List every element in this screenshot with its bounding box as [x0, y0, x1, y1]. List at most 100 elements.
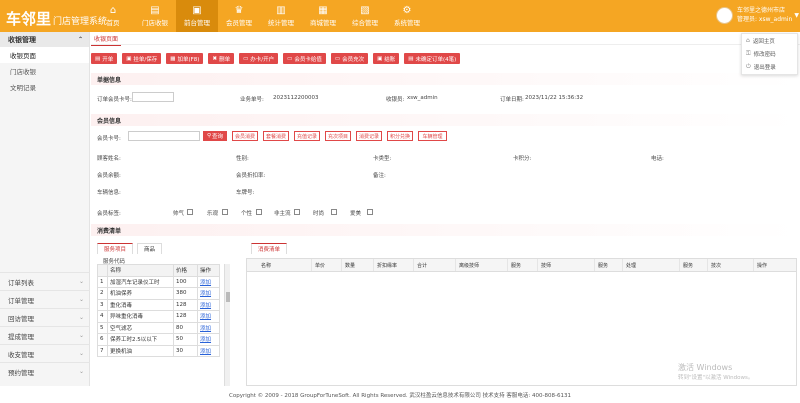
- nav-system[interactable]: ⚙ 系统管理: [386, 0, 428, 32]
- vehicle-mgmt-button[interactable]: 车辆管理: [418, 131, 447, 141]
- nav-home[interactable]: ⌂ 首页: [92, 0, 134, 32]
- tag-label: 乐观: [207, 211, 219, 217]
- key-icon: ⚿: [746, 49, 751, 57]
- tag-checkbox[interactable]: [294, 209, 300, 215]
- add-link[interactable]: 添加: [200, 326, 211, 332]
- tab-cashier-page[interactable]: 收银页面: [91, 32, 122, 46]
- sidebar-group-visits[interactable]: 回访管理 ⌄: [0, 308, 90, 326]
- chevron-down-icon: ⌄: [78, 350, 84, 357]
- home-icon: ⌂: [746, 37, 750, 44]
- row-index: 7: [97, 344, 108, 357]
- tab-products[interactable]: 商品: [137, 243, 163, 254]
- nav-statistics[interactable]: ▥ 统计管理: [260, 0, 302, 32]
- recharge-items-button[interactable]: 充次项目: [325, 131, 351, 141]
- menu-label: 退出登录: [753, 64, 776, 71]
- checkout-button[interactable]: ▣ 结账: [373, 53, 400, 64]
- tag-checkbox[interactable]: [331, 209, 337, 215]
- chevron-down-icon: ▼: [794, 11, 799, 19]
- bill-col: 服务: [680, 259, 708, 271]
- menu-label: 修改密码: [753, 51, 776, 58]
- table-row: 2 机油保养 380 添加: [97, 287, 220, 300]
- member-recharge-button[interactable]: ▭ 会员充次: [330, 53, 369, 64]
- sidebar-item-store-cashier[interactable]: 门店收银: [0, 63, 89, 79]
- tab-bill-list[interactable]: 消费清单: [251, 243, 288, 254]
- menu-change-password[interactable]: ⚿ 修改密码: [742, 47, 797, 60]
- nav-label: 门店收银: [142, 19, 168, 27]
- sidebar-item-records[interactable]: 文明记录: [0, 79, 89, 95]
- points-exchange-button[interactable]: 积分兑换: [387, 131, 413, 141]
- nav-label: 系统管理: [394, 19, 420, 27]
- cashier-label: 收银员:: [386, 97, 405, 103]
- recharge-records-button[interactable]: 充值记录: [294, 131, 320, 141]
- btn-label: 会员充次: [342, 56, 365, 63]
- scrollbar-thumb[interactable]: [226, 292, 230, 302]
- btn-label: 加单(F8): [177, 56, 200, 63]
- sidebar-group-finance[interactable]: 收支管理 ⌄: [0, 344, 90, 362]
- tag-checkbox[interactable]: [187, 209, 193, 215]
- consume-records-button[interactable]: 消费记录: [356, 131, 382, 141]
- group-label: 回访管理: [8, 314, 34, 323]
- tag-label: 个性: [241, 211, 253, 217]
- list-icon: ▤: [408, 55, 414, 62]
- row-index: 6: [97, 333, 108, 346]
- sidebar-group-orders[interactable]: 订单列表 ⌄: [0, 272, 90, 290]
- bill-col: 数量: [342, 259, 374, 271]
- menu-return-home[interactable]: ⌂ 返回主页: [742, 34, 797, 47]
- user-menu-toggle[interactable]: 车邻里之德州市店 管理员: xsw_admin ▼: [716, 6, 799, 24]
- nav-mall[interactable]: ▦ 商城管理: [302, 0, 344, 32]
- chevron-up-icon: ⌃: [77, 36, 83, 43]
- sidebar-group-commission[interactable]: 提成管理 ⌄: [0, 326, 90, 344]
- sidebar-group-booking[interactable]: 预约管理 ⌄: [0, 362, 90, 380]
- check-icon: ▣: [377, 55, 383, 62]
- sidebar-item-cashier-page[interactable]: 收银页面: [0, 47, 89, 63]
- row-price: 128: [173, 310, 198, 323]
- chevron-down-icon: ⌄: [78, 278, 84, 285]
- bill-col: 离级技师: [456, 259, 508, 271]
- nav-store-cashier[interactable]: ▤ 门店收银: [134, 0, 176, 32]
- add-link[interactable]: 添加: [200, 349, 211, 355]
- open-card-button[interactable]: ▭ 办卡/开户: [239, 53, 279, 64]
- sidebar-group-order-mgmt[interactable]: 订单管理 ⌄: [0, 290, 90, 308]
- add-order-button[interactable]: ▦ 加单(F8): [166, 53, 204, 64]
- member-consume-button[interactable]: 会员消费: [232, 131, 258, 141]
- add-link[interactable]: 添加: [200, 280, 211, 286]
- tag-label: 时尚: [313, 211, 325, 217]
- table-header-row: 名称 价格 操作: [97, 264, 220, 277]
- sidebar-head[interactable]: 收银管理 ⌃: [0, 32, 89, 47]
- toolbar: ▤ 开单 ▣ 挂单/保存 ▦ 加单(F8) ✖ 删单 ▭ 办卡/开户 ▭ 会员卡给值 ▭ 会员…: [91, 53, 465, 65]
- add-link[interactable]: 添加: [200, 291, 211, 297]
- add-link[interactable]: 添加: [200, 314, 211, 320]
- add-link[interactable]: 添加: [200, 303, 211, 309]
- footer: Copyright © 2009 - 2018 GroupForTuneSoft…: [0, 386, 800, 403]
- row-price: 100: [173, 275, 198, 288]
- pending-orders-button[interactable]: ▤ 未确定订单(4笔): [404, 53, 461, 64]
- row-name: 保养工时2.5以以下: [107, 333, 174, 346]
- tag-checkbox[interactable]: [222, 209, 228, 215]
- member-info-header: 会员信息: [91, 114, 800, 126]
- hold-save-button[interactable]: ▣ 挂单/保存: [122, 53, 162, 64]
- card-topup-button[interactable]: ▭ 会员卡给值: [283, 53, 326, 64]
- query-button[interactable]: ⚲ 查询: [203, 131, 227, 141]
- user-role: 管理员: xsw_admin: [737, 16, 793, 23]
- tag-checkbox[interactable]: [256, 209, 262, 215]
- menu-logout[interactable]: ⏻ 退出登录: [742, 60, 797, 73]
- member-card-input[interactable]: [128, 131, 200, 141]
- add-link[interactable]: 添加: [200, 337, 211, 343]
- tag-checkbox[interactable]: [367, 209, 373, 215]
- package-consume-button[interactable]: 套餐消费: [263, 131, 289, 141]
- nav-member[interactable]: ♛ 会员管理: [218, 0, 260, 32]
- nav-general[interactable]: ▧ 综合管理: [344, 0, 386, 32]
- delete-order-button[interactable]: ✖ 删单: [208, 53, 235, 64]
- row-price: 30: [173, 344, 198, 357]
- home-icon: ⌂: [109, 5, 117, 16]
- service-table-scrollbar[interactable]: [224, 264, 230, 386]
- order-member-card-input[interactable]: [132, 92, 174, 102]
- tab-services[interactable]: 服务项目: [97, 243, 134, 254]
- group-label: 收支管理: [8, 350, 34, 359]
- row-name: 机油保养: [107, 287, 174, 300]
- store-name: 车邻里之德州市店: [737, 7, 786, 14]
- nav-front-desk[interactable]: ▣ 前台管理: [176, 0, 218, 32]
- btn-label: 结账: [384, 56, 396, 63]
- open-order-button[interactable]: ▤ 开单: [91, 53, 118, 64]
- card-icon: ▭: [334, 55, 341, 62]
